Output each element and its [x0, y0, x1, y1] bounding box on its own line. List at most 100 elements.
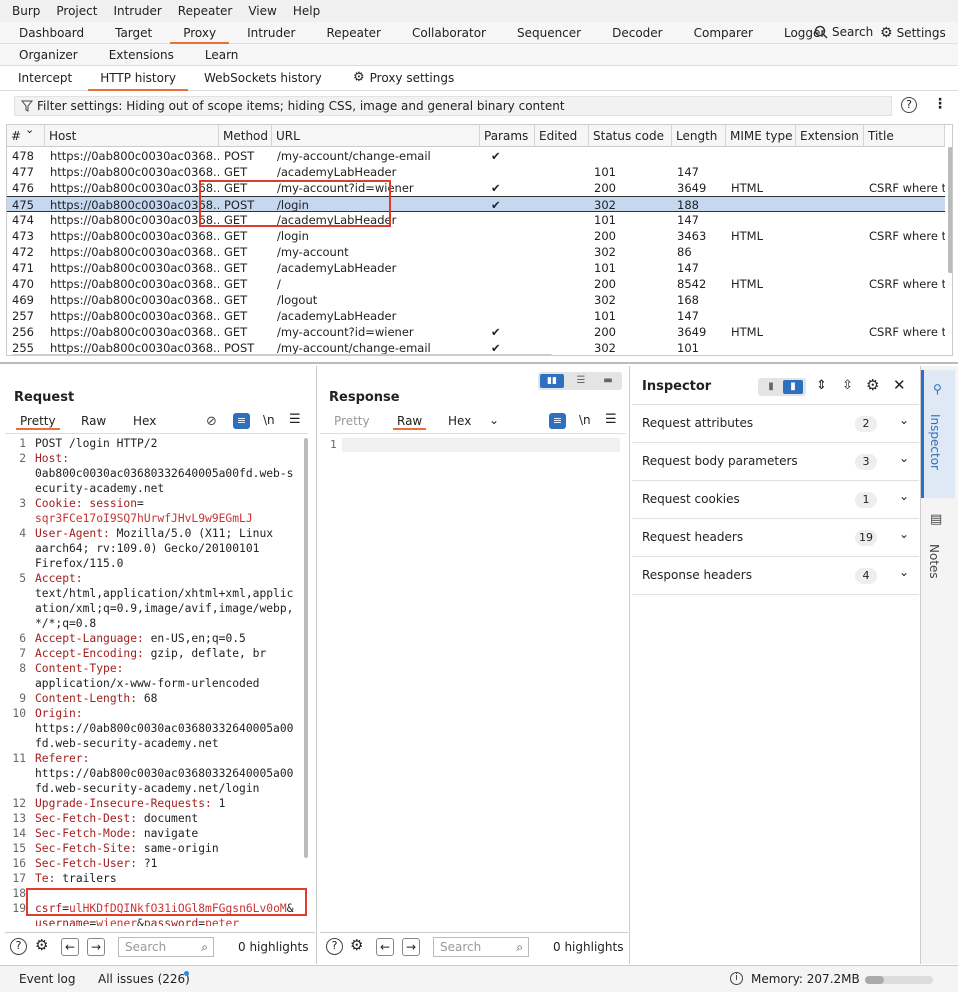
tab-collaborator[interactable]: Collaborator — [399, 22, 499, 44]
event-log-button[interactable]: Event log — [19, 972, 75, 986]
tab-organizer[interactable]: Organizer — [6, 44, 91, 66]
horizontal-scrollbar[interactable] — [12, 354, 552, 355]
chevron-down-icon[interactable]: ⌄ — [899, 489, 909, 503]
menu-item-view[interactable]: View — [240, 4, 284, 18]
sort-chevron-icon[interactable]: ⌄ — [25, 125, 34, 136]
tab-comparer[interactable]: Comparer — [681, 22, 766, 44]
menu-item-repeater[interactable]: Repeater — [170, 4, 241, 18]
hide-eye-icon[interactable]: ⊘ — [206, 414, 217, 429]
request-search-input[interactable]: Search ⌕ — [118, 937, 214, 957]
newline-toggle[interactable]: \n — [263, 413, 275, 427]
table-row[interactable]: 475 https://0ab800c0030ac0368... POST/logi… — [7, 196, 945, 212]
help-icon[interactable]: ? — [326, 938, 343, 955]
table-row[interactable]: 477 https://0ab800c0030ac0368... GET/acade… — [7, 164, 945, 180]
gear-icon[interactable]: ⚙ — [35, 936, 48, 954]
table-row[interactable]: 469 https://0ab800c0030ac0368... GET/logou… — [7, 292, 945, 308]
table-row[interactable]: 471 https://0ab800c0030ac0368... GET/acade… — [7, 260, 945, 276]
subtab-http-history[interactable]: HTTP history — [88, 66, 189, 91]
col-header-method[interactable]: Method — [219, 125, 272, 147]
chevron-down-icon[interactable]: ⌄ — [899, 527, 909, 541]
table-row[interactable]: 473 https://0ab800c0030ac0368... GET/login… — [7, 228, 945, 244]
filter-bar[interactable]: Filter settings: Hiding out of scope ite… — [14, 96, 892, 116]
collapse-all-icon[interactable]: ⇳ — [842, 378, 853, 393]
wrap-lines-icon[interactable]: ≡ — [549, 413, 566, 429]
col-header-status-code[interactable]: Status code — [589, 125, 672, 147]
all-issues-button[interactable]: All issues (226) — [98, 972, 190, 986]
response-search-input[interactable]: Search ⌕ — [433, 937, 529, 957]
inspector-section-request-body-parameters[interactable]: Request body parameters 3 ⌄ — [632, 443, 919, 481]
table-row[interactable]: 472 https://0ab800c0030ac0368... GET/my-ac… — [7, 244, 945, 260]
tab-repeater[interactable]: Repeater — [313, 22, 394, 44]
subtab-intercept[interactable]: Intercept — [6, 66, 84, 91]
forward-icon[interactable]: → — [87, 938, 105, 956]
tab-pretty[interactable]: Pretty — [16, 412, 60, 430]
gear-icon[interactable]: ⚙ — [350, 936, 363, 954]
tab-target[interactable]: Target — [102, 22, 165, 44]
inspector-section-request-attributes[interactable]: Request attributes 2 ⌄ — [632, 405, 919, 443]
expand-all-icon[interactable]: ⇕ — [816, 378, 827, 393]
newline-toggle[interactable]: \n — [579, 413, 591, 427]
chevron-down-icon[interactable]: ⌄ — [489, 413, 499, 427]
tab-dashboard[interactable]: Dashboard — [6, 22, 97, 44]
tab-learn[interactable]: Learn — [192, 44, 252, 66]
inspector-section-request-headers[interactable]: Request headers 19 ⌄ — [632, 519, 919, 557]
more-options-icon[interactable]: ⋮ — [933, 96, 947, 112]
settings-button[interactable]: ⚙ Settings — [880, 25, 946, 41]
tab-raw[interactable]: Raw — [81, 412, 106, 430]
response-editor[interactable] — [342, 438, 620, 452]
forward-icon[interactable]: → — [402, 938, 420, 956]
menu-item-burp[interactable]: Burp — [4, 4, 48, 18]
table-row[interactable]: 474 https://0ab800c0030ac0368... GET/acade… — [7, 212, 945, 228]
tabs-layout-icon[interactable]: ▬ — [596, 374, 620, 388]
chevron-down-icon[interactable]: ⌄ — [899, 565, 909, 579]
tab-raw[interactable]: Raw — [393, 412, 427, 430]
side-tab-notes[interactable]: ▤ Notes — [921, 502, 955, 592]
vertical-scrollbar[interactable] — [948, 147, 952, 273]
table-row[interactable]: 470 https://0ab800c0030ac0368... GET / 200 85… — [7, 276, 945, 292]
layout-icon[interactable]: ▮ — [783, 380, 803, 394]
editor-scrollbar[interactable] — [304, 438, 308, 858]
tab-pretty[interactable]: Pretty — [334, 412, 370, 430]
search-button[interactable]: Search — [814, 25, 873, 39]
col-header-mime-type[interactable]: MIME type — [726, 125, 796, 147]
col-header-params[interactable]: Params — [480, 125, 535, 147]
chevron-down-icon[interactable]: ⌄ — [899, 451, 909, 465]
tab-proxy[interactable]: Proxy — [170, 22, 230, 44]
col-header-title[interactable]: Title — [864, 125, 945, 147]
chevron-down-icon[interactable]: ⌄ — [899, 413, 909, 427]
menu-item-intruder[interactable]: Intruder — [105, 4, 169, 18]
split-vertical-icon[interactable]: ☰ — [569, 374, 593, 388]
tab-hex[interactable]: Hex — [133, 412, 156, 430]
menu-icon[interactable]: ☰ — [289, 412, 301, 427]
split-horizontal-icon[interactable]: ▮▮ — [540, 374, 564, 388]
tab-extensions[interactable]: Extensions — [96, 44, 187, 66]
col-header-url[interactable]: URL — [272, 125, 480, 147]
col-header-extension[interactable]: Extension — [796, 125, 864, 147]
request-editor[interactable]: 1 POST /login HTTP/2 2 Host: 0ab800c0030ac03… — [6, 436, 308, 926]
tab-hex[interactable]: Hex — [448, 412, 471, 430]
col-header-edited[interactable]: Edited — [535, 125, 589, 147]
wrap-lines-icon[interactable]: ≡ — [233, 413, 250, 429]
help-icon[interactable]: ? — [10, 938, 27, 955]
menu-icon[interactable]: ☰ — [605, 412, 617, 427]
close-icon[interactable]: ✕ — [893, 376, 906, 394]
menu-item-project[interactable]: Project — [48, 4, 105, 18]
inspector-section-response-headers[interactable]: Response headers 4 ⌄ — [632, 557, 919, 595]
subtab-websockets-history[interactable]: WebSockets history — [192, 66, 334, 91]
table-row[interactable]: 476 https://0ab800c0030ac0368... GET/my-ac… — [7, 180, 945, 196]
back-icon[interactable]: ← — [61, 938, 79, 956]
gear-icon[interactable]: ⚙ — [866, 376, 879, 394]
menu-item-help[interactable]: Help — [285, 4, 328, 18]
inspector-section-request-cookies[interactable]: Request cookies 1 ⌄ — [632, 481, 919, 519]
table-row[interactable]: 256 https://0ab800c0030ac0368... GET/my-ac… — [7, 324, 945, 340]
table-row[interactable]: 257 https://0ab800c0030ac0368... GET/acade… — [7, 308, 945, 324]
col-header-host[interactable]: Host — [45, 125, 219, 147]
back-icon[interactable]: ← — [376, 938, 394, 956]
layout-icon[interactable]: ▮ — [761, 380, 781, 394]
help-icon[interactable]: ? — [901, 97, 917, 113]
side-tab-inspector[interactable]: ⚲ Inspector — [921, 370, 955, 498]
col-header-length[interactable]: Length — [672, 125, 726, 147]
table-row[interactable]: 478 https://0ab800c0030ac0368... POST/my-a… — [7, 148, 945, 164]
tab-intruder[interactable]: Intruder — [234, 22, 308, 44]
proxy-settings-button[interactable]: ⚙ Proxy settings — [353, 70, 454, 85]
